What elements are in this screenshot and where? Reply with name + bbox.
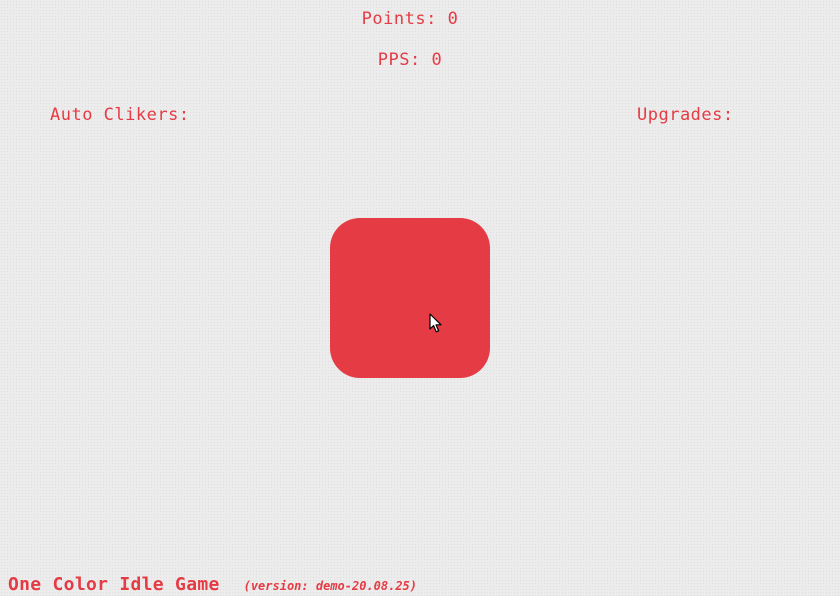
version-label: (version: demo-20.08.25) — [243, 579, 417, 593]
points-display: Points: 0 — [0, 9, 820, 29]
game-title: One Color Idle Game — [8, 574, 220, 595]
pps-value: 0 — [431, 50, 443, 70]
auto-clickers-heading: Auto Clikers: — [50, 105, 190, 125]
pps-label: PPS: — [377, 50, 421, 70]
points-label: Points: — [361, 9, 437, 29]
points-value: 0 — [447, 9, 459, 29]
click-button[interactable] — [330, 218, 490, 378]
footer: One Color Idle Game (version: demo-20.08… — [8, 574, 417, 596]
pps-display: PPS: 0 — [0, 50, 820, 70]
upgrades-heading: Upgrades: — [637, 105, 734, 125]
